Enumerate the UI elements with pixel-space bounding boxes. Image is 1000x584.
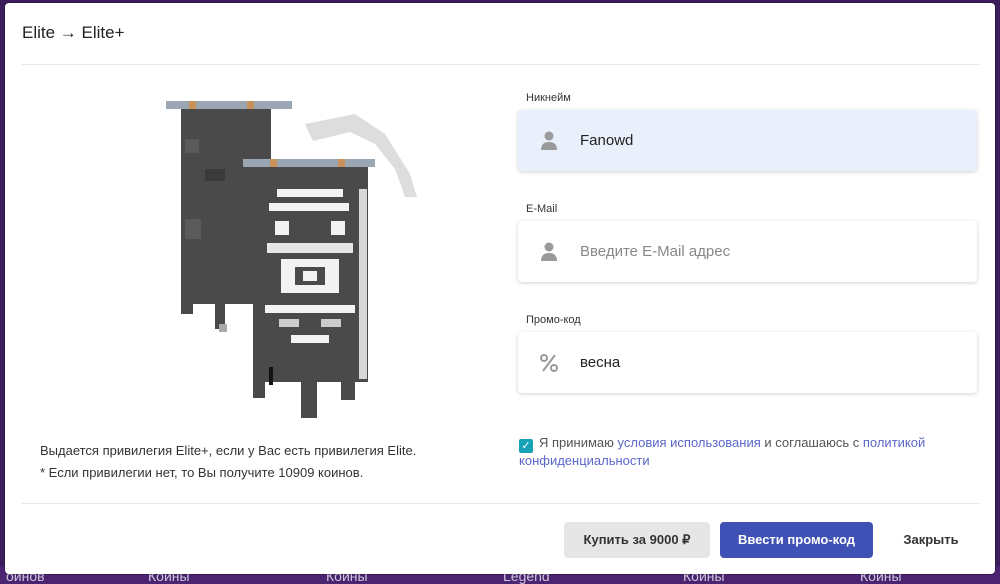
terms-link[interactable]: условия использования: [618, 435, 761, 450]
email-placeholder: Введите E-Mail адрес: [580, 243, 731, 260]
email-field[interactable]: Введите E-Mail адрес: [518, 221, 977, 282]
user-icon: [541, 242, 557, 261]
nickname-field[interactable]: Fanowd: [518, 110, 977, 171]
agreement-text: Я принимаю: [539, 435, 614, 450]
description-main: Выдается привилегия Elite+, если у Вас е…: [40, 443, 417, 458]
agreement-text: и соглашаюсь с: [764, 435, 860, 450]
nickname-value: Fanowd: [580, 132, 634, 149]
promo-field[interactable]: весна: [518, 332, 977, 393]
buy-button[interactable]: Купить за 9000 ₽: [564, 522, 710, 558]
percent-icon: [540, 354, 558, 372]
email-label: E-Mail: [526, 203, 558, 215]
purchase-modal: Elite → Elite+ Выдается привилегия Elite…: [5, 3, 995, 574]
enter-promo-button[interactable]: Ввести промо-код: [720, 522, 873, 558]
promo-value: весна: [580, 354, 621, 371]
banner-artwork: [166, 101, 417, 418]
agreement: ✓ Я принимаю условия использования и согл…: [519, 435, 959, 469]
header-divider: [22, 64, 980, 65]
promo-label: Промо-код: [526, 314, 581, 326]
user-icon: [541, 131, 557, 150]
agreement-checkbox[interactable]: ✓: [519, 439, 533, 453]
description-note: * Если привилегии нет, то Вы получите 10…: [40, 465, 364, 480]
modal-title: Elite → Elite+: [22, 23, 125, 42]
footer-divider: [22, 503, 980, 504]
close-button[interactable]: Закрыть: [887, 522, 975, 558]
nickname-label: Никнейм: [526, 92, 571, 104]
